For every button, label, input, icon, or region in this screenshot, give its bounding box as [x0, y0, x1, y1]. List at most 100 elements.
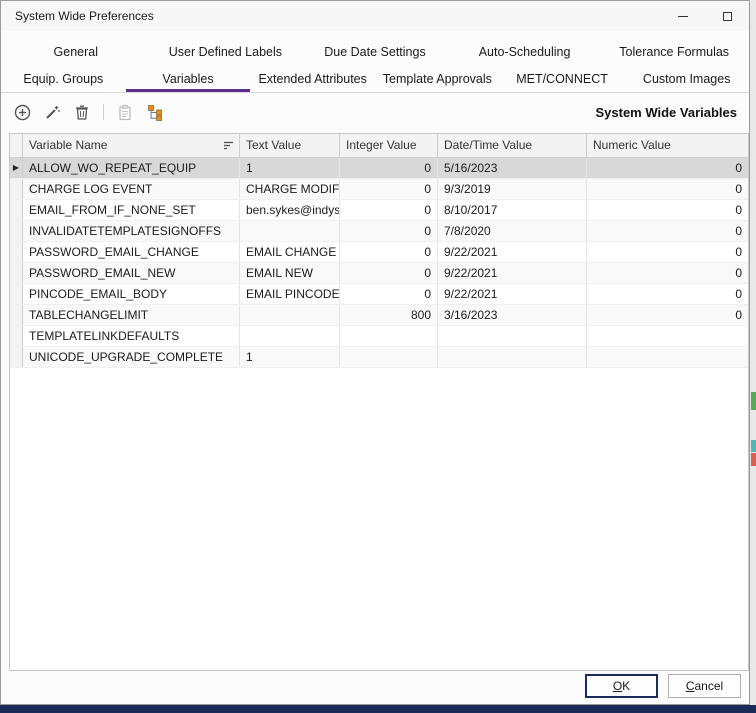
background-window-sliver — [751, 453, 756, 466]
tab-due-date-settings[interactable]: Due Date Settings — [300, 39, 450, 66]
table-row[interactable]: TABLECHANGELIMIT 800 3/16/2023 0 — [10, 305, 748, 326]
cell-numeric-value — [587, 326, 748, 346]
cell-text-value: ben.sykes@indyso — [240, 200, 340, 220]
row-selector — [10, 347, 23, 367]
cell-numeric-value: 0 — [587, 158, 748, 178]
cell-integer-value: 0 — [340, 242, 438, 262]
paste-button[interactable] — [116, 103, 134, 121]
tab-variables[interactable]: Variables — [126, 66, 251, 92]
cell-datetime-value: 9/3/2019 — [438, 179, 587, 199]
tab-row-1: General User Defined Labels Due Date Set… — [1, 39, 749, 66]
column-header-numeric-value[interactable]: Numeric Value — [587, 134, 748, 157]
tab-extended-attributes[interactable]: Extended Attributes — [250, 66, 375, 92]
column-header-variable-name[interactable]: Variable Name — [23, 134, 240, 157]
cell-text-value: EMAIL CHANGE — [240, 242, 340, 262]
add-icon — [14, 104, 31, 121]
table-row[interactable]: PASSWORD_EMAIL_NEW EMAIL NEW 0 9/22/2021… — [10, 263, 748, 284]
toolbar-separator — [103, 104, 104, 120]
background-window-sliver — [751, 440, 756, 452]
tab-template-approvals[interactable]: Template Approvals — [375, 66, 500, 92]
variables-grid: Variable Name Text Value Integer Value D… — [9, 133, 749, 671]
tab-auto-scheduling[interactable]: Auto-Scheduling — [450, 39, 600, 66]
row-selector — [10, 221, 23, 241]
cell-variable-name: UNICODE_UPGRADE_COMPLETE — [23, 347, 240, 367]
cell-variable-name: PINCODE_EMAIL_BODY — [23, 284, 240, 304]
row-selector — [10, 179, 23, 199]
table-row[interactable]: PINCODE_EMAIL_BODY EMAIL PINCODE 0 9/22/… — [10, 284, 748, 305]
cell-variable-name: INVALIDATETEMPLATESIGNOFFS — [23, 221, 240, 241]
tab-met-connect[interactable]: MET/CONNECT — [500, 66, 625, 92]
add-button[interactable] — [13, 103, 31, 121]
delete-button[interactable] — [73, 103, 91, 121]
table-row[interactable]: ▶ ALLOW_WO_REPEAT_EQUIP 1 0 5/16/2023 0 — [10, 158, 748, 179]
cell-text-value: 1 — [240, 158, 340, 178]
cell-datetime-value: 3/16/2023 — [438, 305, 587, 325]
cell-text-value: EMAIL PINCODE — [240, 284, 340, 304]
column-header-datetime-value[interactable]: Date/Time Value — [438, 134, 587, 157]
cell-datetime-value: 7/8/2020 — [438, 221, 587, 241]
column-header-text-value[interactable]: Text Value — [240, 134, 340, 157]
cell-text-value: CHARGE MODIFIC — [240, 179, 340, 199]
window-title: System Wide Preferences — [15, 9, 154, 23]
cell-integer-value: 0 — [340, 263, 438, 283]
cell-datetime-value — [438, 326, 587, 346]
cell-integer-value — [340, 347, 438, 367]
cell-text-value — [240, 221, 340, 241]
tree-view-button[interactable] — [146, 103, 164, 121]
table-row[interactable]: PASSWORD_EMAIL_CHANGE EMAIL CHANGE 0 9/2… — [10, 242, 748, 263]
titlebar[interactable]: System Wide Preferences — [1, 1, 749, 31]
cell-numeric-value: 0 — [587, 284, 748, 304]
ok-button[interactable]: OK — [585, 674, 658, 698]
cell-datetime-value — [438, 347, 587, 367]
cell-datetime-value: 9/22/2021 — [438, 242, 587, 262]
cell-numeric-value: 0 — [587, 242, 748, 262]
cell-variable-name: EMAIL_FROM_IF_NONE_SET — [23, 200, 240, 220]
cell-integer-value: 0 — [340, 158, 438, 178]
panel-title: System Wide Variables — [595, 105, 737, 120]
tab-tolerance-formulas[interactable]: Tolerance Formulas — [599, 39, 749, 66]
maximize-button[interactable] — [705, 1, 749, 31]
cell-variable-name: TEMPLATELINKDEFAULTS — [23, 326, 240, 346]
row-selector — [10, 200, 23, 220]
current-row-arrow-icon: ▶ — [13, 164, 19, 172]
row-selector — [10, 284, 23, 304]
trash-icon — [74, 104, 90, 121]
cell-numeric-value — [587, 347, 748, 367]
minimize-button[interactable] — [661, 1, 705, 31]
paste-icon — [117, 104, 133, 121]
edit-button[interactable] — [43, 103, 61, 121]
cell-datetime-value: 8/10/2017 — [438, 200, 587, 220]
cell-numeric-value: 0 — [587, 200, 748, 220]
tab-custom-images[interactable]: Custom Images — [624, 66, 749, 92]
cell-text-value — [240, 305, 340, 325]
row-selector — [10, 305, 23, 325]
system-wide-preferences-dialog: System Wide Preferences General User Def… — [0, 0, 750, 705]
minimize-icon — [678, 16, 688, 17]
cell-text-value: EMAIL NEW — [240, 263, 340, 283]
cell-integer-value: 800 — [340, 305, 438, 325]
table-row[interactable]: TEMPLATELINKDEFAULTS — [10, 326, 748, 347]
background-window-sliver — [751, 392, 756, 410]
grid-header: Variable Name Text Value Integer Value D… — [10, 134, 748, 158]
cell-datetime-value: 5/16/2023 — [438, 158, 587, 178]
tab-user-defined-labels[interactable]: User Defined Labels — [151, 39, 301, 66]
table-row[interactable]: UNICODE_UPGRADE_COMPLETE 1 — [10, 347, 748, 368]
desktop-edge — [751, 0, 756, 705]
taskbar-strip — [0, 705, 756, 713]
table-row[interactable]: CHARGE LOG EVENT CHARGE MODIFIC 0 9/3/20… — [10, 179, 748, 200]
tab-row-2: Equip. Groups Variables Extended Attribu… — [1, 66, 749, 93]
table-row[interactable]: INVALIDATETEMPLATESIGNOFFS 0 7/8/2020 0 — [10, 221, 748, 242]
cell-integer-value: 0 — [340, 200, 438, 220]
tabstrip: General User Defined Labels Due Date Set… — [1, 39, 749, 93]
maximize-icon — [723, 12, 732, 21]
column-header-integer-value[interactable]: Integer Value — [340, 134, 438, 157]
table-row[interactable]: EMAIL_FROM_IF_NONE_SET ben.sykes@indyso … — [10, 200, 748, 221]
cell-variable-name: PASSWORD_EMAIL_NEW — [23, 263, 240, 283]
tab-equip-groups[interactable]: Equip. Groups — [1, 66, 126, 92]
wand-icon — [44, 104, 61, 121]
cancel-button[interactable]: Cancel — [668, 674, 741, 698]
cell-variable-name: TABLECHANGELIMIT — [23, 305, 240, 325]
tab-general[interactable]: General — [1, 39, 151, 66]
cell-variable-name: PASSWORD_EMAIL_CHANGE — [23, 242, 240, 262]
cell-numeric-value: 0 — [587, 305, 748, 325]
